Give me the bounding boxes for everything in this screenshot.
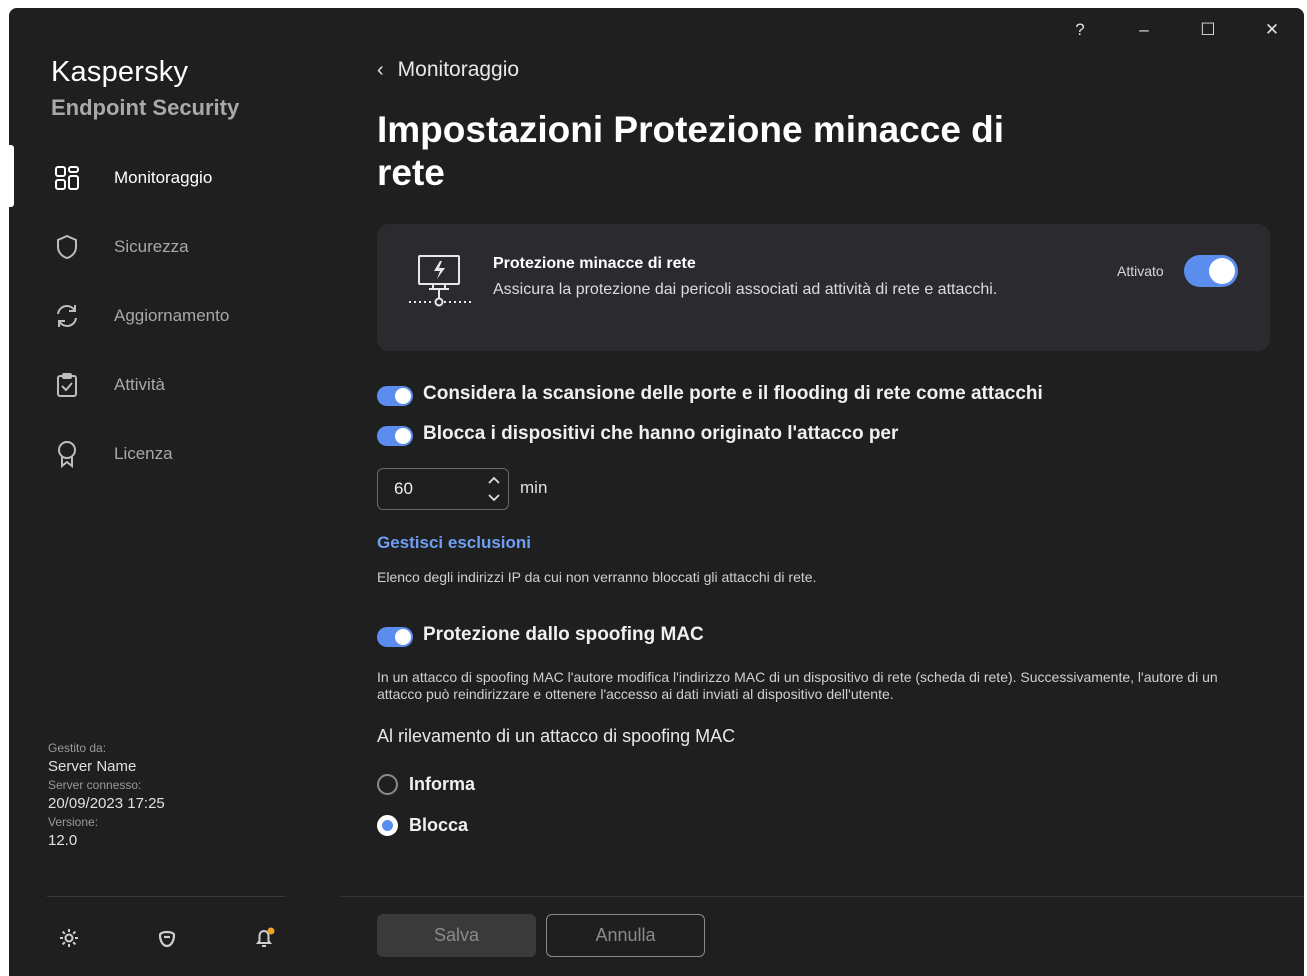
version-value: 12.0 [48, 832, 78, 849]
version-label: Versione: [48, 815, 99, 829]
sidebar-item-aggiornamento[interactable]: Aggiornamento [9, 281, 341, 350]
sidebar-item-sicurezza[interactable]: Sicurezza [9, 212, 341, 281]
radio-label: Blocca [409, 815, 469, 835]
sidebar-item-label: Aggiornamento [114, 305, 230, 325]
radio-option-informa[interactable]: Informa [377, 774, 475, 795]
task-clipboard-icon [53, 371, 81, 399]
network-monitor-icon [407, 252, 475, 320]
breadcrumb: ‹ Monitoraggio [377, 58, 519, 82]
radio-label: Informa [409, 774, 476, 794]
sidebar-item-label: Sicurezza [114, 236, 189, 256]
mac-spoofing-description: In un attacco di spoofing MAC l'autore m… [377, 669, 1218, 702]
shield-icon [53, 233, 81, 261]
server-connected-value: 20/09/2023 17:25 [48, 795, 165, 812]
sidebar: Kaspersky Endpoint Security Monitoraggio [9, 8, 341, 976]
server-connected-label: Server connesso: [48, 778, 142, 792]
block-devices-label: Blocca i dispositivi che hanno originato… [423, 423, 899, 444]
save-button[interactable]: Salva [377, 914, 536, 957]
component-enable-toggle[interactable] [1184, 255, 1238, 287]
managed-info: Gestito da: Server Name Server connesso:… [48, 741, 165, 852]
support-icon[interactable] [147, 918, 187, 958]
brand: Kaspersky Endpoint Security [51, 56, 239, 121]
block-devices-toggle[interactable] [377, 426, 413, 446]
page-title: Impostazioni Protezione minacce di rete [377, 109, 1005, 193]
stepper-arrows-icon[interactable] [486, 474, 502, 504]
card-title: Protezione minacce di rete [493, 255, 696, 272]
brand-product: Endpoint Security [51, 95, 240, 120]
sidebar-item-label: Licenza [114, 443, 173, 463]
sidebar-item-licenza[interactable]: Licenza [9, 419, 341, 488]
block-duration-unit: min [520, 478, 548, 497]
radio-button[interactable] [377, 774, 398, 795]
radio-button-selected[interactable] [377, 815, 398, 836]
main-panel: ? – ☐ ✕ ‹ Monitoraggio Impostazioni Prot… [341, 8, 1304, 976]
mac-spoofing-action-label: Al rilevamento di un attacco di spoofing… [377, 726, 736, 746]
block-duration-stepper[interactable] [377, 468, 509, 510]
sidebar-item-monitoraggio[interactable]: Monitoraggio [9, 143, 341, 212]
footer-divider [341, 896, 1304, 897]
sidebar-item-label: Attività [114, 374, 166, 394]
back-chevron-icon[interactable]: ‹ [377, 59, 384, 82]
mac-spoofing-toggle[interactable] [377, 627, 413, 647]
port-scan-toggle[interactable] [377, 386, 413, 406]
managed-by-value: Server Name [48, 758, 137, 775]
window-controls: ? – ☐ ✕ [1048, 8, 1304, 52]
sidebar-nav: Monitoraggio Sicurezza Aggiornamento Att… [9, 143, 341, 488]
manage-exclusions-link[interactable]: Gestisci esclusioni [377, 533, 531, 553]
settings-gear-icon[interactable] [49, 918, 89, 958]
minimize-button[interactable]: – [1112, 8, 1176, 52]
close-button[interactable]: ✕ [1240, 8, 1304, 52]
help-button[interactable]: ? [1048, 8, 1112, 52]
maximize-button[interactable]: ☐ [1176, 8, 1240, 52]
card-description: Assicura la protezione dai pericoli asso… [493, 281, 998, 298]
sidebar-item-attivita[interactable]: Attività [9, 350, 341, 419]
refresh-icon [53, 302, 81, 330]
managed-by-label: Gestito da: [48, 741, 107, 755]
app-window: Kaspersky Endpoint Security Monitoraggio [9, 8, 1304, 976]
sidebar-divider [47, 896, 285, 897]
brand-name: Kaspersky [51, 56, 189, 88]
component-card: Protezione minacce di rete Assicura la p… [377, 224, 1270, 351]
block-duration-input[interactable] [378, 469, 478, 509]
sidebar-item-label: Monitoraggio [114, 167, 213, 187]
cancel-button[interactable]: Annulla [546, 914, 705, 957]
exclusions-hint: Elenco degli indirizzi IP da cui non ver… [377, 569, 817, 585]
mac-spoofing-label: Protezione dallo spoofing MAC [423, 624, 704, 645]
radio-option-blocca[interactable]: Blocca [377, 815, 468, 836]
dashboard-icon [53, 164, 81, 192]
sidebar-bottom-toolbar [9, 918, 341, 958]
card-state-label: Attivato [1117, 263, 1164, 279]
license-ribbon-icon [53, 440, 81, 468]
port-scan-label: Considera la scansione delle porte e il … [423, 383, 1043, 404]
breadcrumb-link[interactable]: Monitoraggio [398, 58, 519, 82]
notifications-bell-icon[interactable] [245, 918, 285, 958]
